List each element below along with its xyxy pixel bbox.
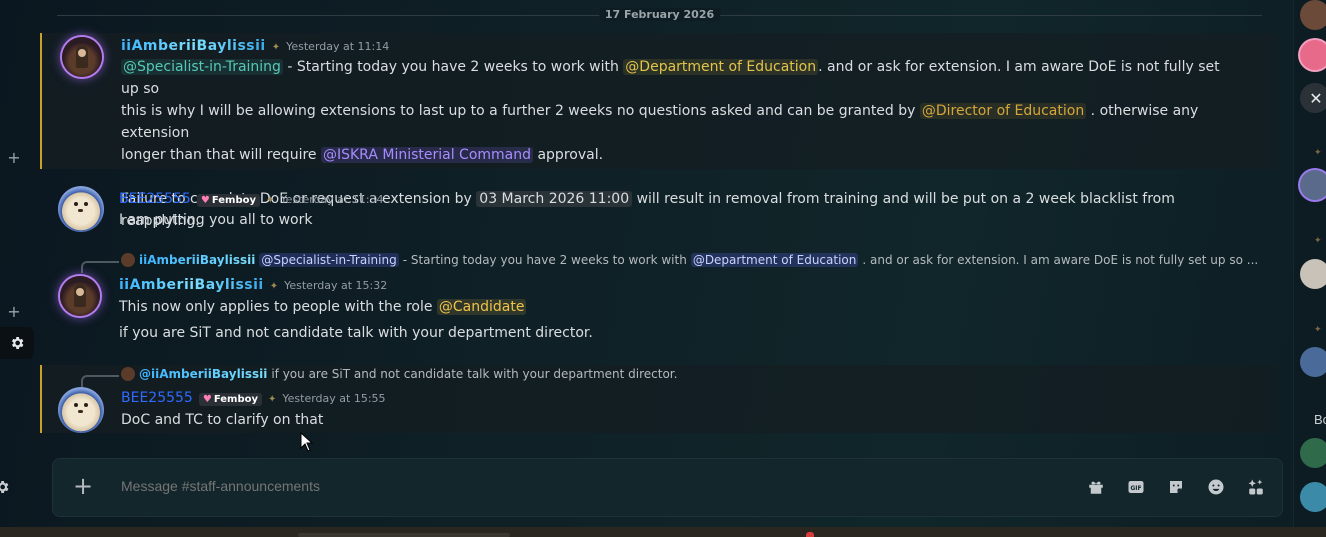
close-icon: ✕ xyxy=(1309,88,1323,108)
role-mention[interactable]: @Specialist-in-Training xyxy=(121,59,283,75)
reply-preview[interactable]: @iiAmberiiBaylissii if you are SiT and n… xyxy=(121,367,677,381)
role-mention[interactable]: @Candidate xyxy=(436,299,527,315)
apps-icon[interactable] xyxy=(1246,477,1266,497)
taskbar-item[interactable] xyxy=(298,533,510,537)
mouse-cursor-icon xyxy=(300,432,314,452)
role-badge-icon: ✦ xyxy=(268,394,277,405)
role-badge-icon: ✦ xyxy=(269,281,279,292)
member-avatar[interactable] xyxy=(1300,438,1326,468)
timestamp: Yesterday at 15:32 xyxy=(284,279,388,292)
message-content: I am putting you all to work xyxy=(119,212,313,228)
reply-connector xyxy=(81,375,119,387)
role-badge-icon: ✦ xyxy=(266,195,275,206)
member-avatar[interactable] xyxy=(1300,40,1326,70)
role-mention[interactable]: @Department of Education xyxy=(623,59,819,75)
timestamp: Yesterday at 11:34 xyxy=(280,193,384,206)
heart-icon: ♥ xyxy=(200,195,210,206)
reply-author[interactable]: @iiAmberiiBaylissii xyxy=(139,367,267,381)
message-text: approval. xyxy=(533,147,604,163)
reply-text: . and or ask for extension. I am aware D… xyxy=(862,253,1259,267)
add-plus-icon[interactable]: + xyxy=(4,150,24,166)
server-tag-label: Femboy xyxy=(213,394,258,405)
message-text: if you are SiT and not candidate talk wi… xyxy=(119,325,593,341)
dot-icon: ✦ xyxy=(1314,148,1322,158)
author-name[interactable]: BEE25555 xyxy=(121,390,193,406)
member-avatar[interactable] xyxy=(1300,259,1326,289)
reply-mention: @Department of Education xyxy=(690,253,859,267)
member-avatar[interactable] xyxy=(1300,170,1326,200)
role-mention[interactable]: @ISKRA Ministerial Command xyxy=(320,147,534,163)
author-name[interactable]: iiAmberiiBaylissii xyxy=(121,38,266,54)
emoji-icon[interactable] xyxy=(1206,477,1226,497)
message-item[interactable]: @iiAmberiiBaylissii if you are SiT and n… xyxy=(40,365,1278,433)
message-item[interactable]: BEE25555 ♥ Femboy ✦ Yesterday at 11:34 I … xyxy=(40,182,1276,236)
gift-icon[interactable] xyxy=(1086,477,1106,497)
reply-avatar xyxy=(121,367,135,381)
avatar[interactable] xyxy=(62,37,102,77)
notification-icon[interactable] xyxy=(806,532,814,537)
reply-preview[interactable]: iiAmberiiBaylissii @Specialist-in-Traini… xyxy=(121,253,1258,267)
add-attachment-button[interactable]: + xyxy=(71,474,95,498)
author-name[interactable]: BEE25555 xyxy=(119,191,191,207)
reply-connector xyxy=(81,261,119,273)
avatar[interactable] xyxy=(58,387,104,433)
role-mention[interactable]: @Director of Education xyxy=(919,103,1087,119)
reply-avatar xyxy=(121,253,135,267)
settings-gear-button[interactable] xyxy=(0,327,34,359)
avatar[interactable] xyxy=(58,186,104,232)
user-settings-button[interactable] xyxy=(0,476,12,498)
message-content: This now only applies to people with the… xyxy=(119,296,593,344)
avatar[interactable] xyxy=(60,276,100,316)
gear-icon xyxy=(11,337,24,349)
reply-author[interactable]: iiAmberiiBaylissii xyxy=(139,253,255,267)
add-plus-icon[interactable]: + xyxy=(4,304,24,320)
dot-icon: ✦ xyxy=(1314,236,1322,246)
chat-window: + + 17 February 2026 iiAmberiiBaylissii … xyxy=(0,0,1326,537)
reply-mention: @Specialist-in-Training xyxy=(259,253,399,267)
timestamp: Yesterday at 11:14 xyxy=(286,40,390,53)
close-button[interactable]: ✕ xyxy=(1300,83,1326,113)
member-avatar[interactable] xyxy=(1300,482,1326,512)
server-tag[interactable]: ♥ Femboy xyxy=(196,194,260,207)
message-text: This now only applies to people with the… xyxy=(119,299,437,315)
message-text: longer than that will require xyxy=(121,147,321,163)
gear-icon xyxy=(0,481,9,493)
reply-text: - Starting today you have 2 weeks to wor… xyxy=(402,253,687,267)
server-tag-label: Femboy xyxy=(211,195,256,206)
message-text: - Starting today you have 2 weeks to wor… xyxy=(282,59,624,75)
member-section-label: Bo xyxy=(1314,412,1326,427)
taskbar xyxy=(0,527,1326,537)
message-input[interactable] xyxy=(121,478,1021,494)
heart-icon: ♥ xyxy=(202,394,212,405)
gif-icon[interactable]: GIF xyxy=(1126,477,1146,497)
dot-icon: ✦ xyxy=(1314,325,1322,335)
svg-text:GIF: GIF xyxy=(1130,485,1141,492)
sticker-icon[interactable] xyxy=(1166,477,1186,497)
member-avatar[interactable] xyxy=(1300,0,1326,30)
message-composer: + GIF xyxy=(52,458,1283,517)
server-sidebar-edge: + + xyxy=(0,0,40,527)
date-divider: 17 February 2026 xyxy=(57,6,1262,24)
role-badge-icon: ✦ xyxy=(271,42,281,53)
message-item[interactable]: iiAmberiiBaylissii @Specialist-in-Traini… xyxy=(40,250,1276,350)
message-item[interactable]: iiAmberiiBaylissii ✦ Yesterday at 11:14 … xyxy=(40,33,1278,229)
server-tag[interactable]: ♥ Femboy xyxy=(198,393,262,406)
composer-tools: GIF xyxy=(1086,477,1266,497)
member-list-edge: ✕ ✦ ✦ ✦ Bo xyxy=(1293,0,1326,527)
author-name[interactable]: iiAmberiiBaylissii xyxy=(119,277,264,293)
message-content: DoC and TC to clarify on that xyxy=(121,412,324,428)
member-avatar[interactable] xyxy=(1300,347,1326,377)
reply-text: if you are SiT and not candidate talk wi… xyxy=(271,367,678,381)
date-divider-label: 17 February 2026 xyxy=(598,8,721,21)
message-text: this is why I will be allowing extension… xyxy=(121,103,920,119)
timestamp: Yesterday at 15:55 xyxy=(282,392,386,405)
